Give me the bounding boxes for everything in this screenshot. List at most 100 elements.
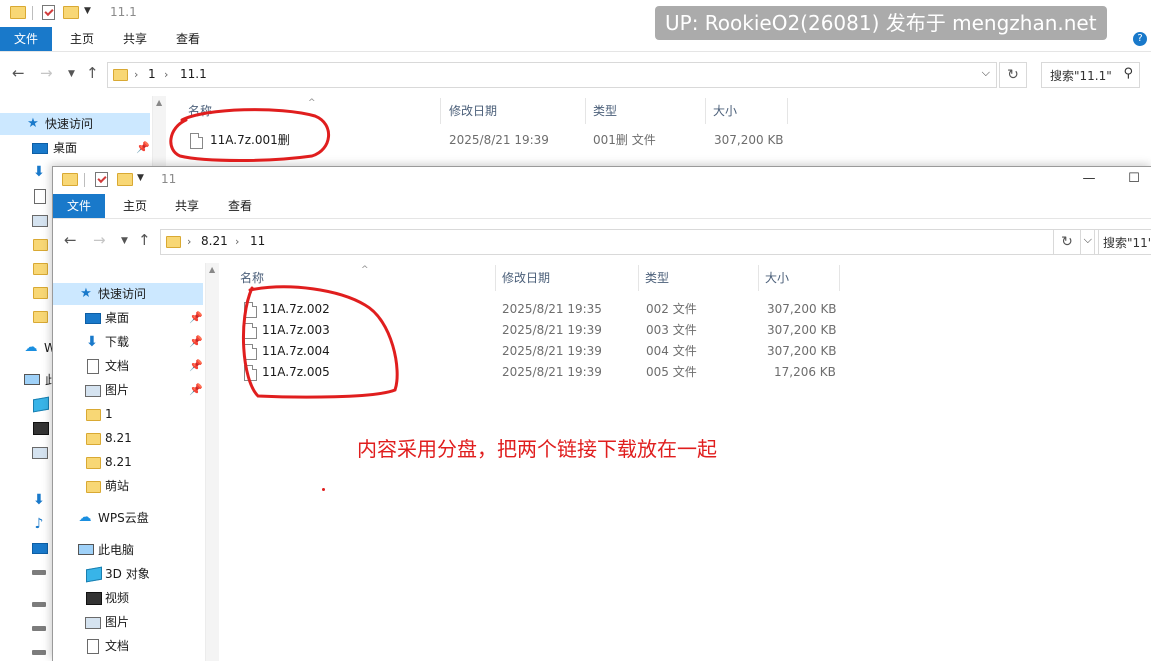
sidebar-item-quick-access[interactable]: ★ 快速访问 — [0, 113, 150, 135]
tab-file[interactable]: 文件 — [53, 194, 106, 218]
sidebar-item-desktop[interactable]: 桌面 📌 — [0, 137, 150, 159]
breadcrumb-separator[interactable]: › — [235, 235, 239, 248]
sidebar-item-pictures[interactable] — [0, 209, 48, 231]
new-folder-icon[interactable] — [63, 6, 79, 19]
tab-file[interactable]: 文件 — [0, 27, 53, 51]
sidebar-item-folder-8-21[interactable]: 8.21 — [53, 451, 203, 473]
pin-icon[interactable]: 📌 — [189, 355, 203, 377]
new-folder-icon[interactable] — [117, 173, 133, 186]
maximize-icon[interactable]: ☐ — [1124, 169, 1144, 189]
sidebar-item-folder-1[interactable]: 1 — [53, 403, 203, 425]
back-arrow-icon[interactable]: ← — [64, 231, 77, 249]
column-divider[interactable] — [839, 265, 840, 291]
sidebar-scrollbar[interactable]: ▲ — [205, 263, 219, 661]
refresh-button[interactable]: ↻ — [1053, 229, 1081, 255]
refresh-button[interactable]: ↻ — [999, 62, 1027, 88]
tab-share[interactable]: 共享 — [109, 27, 161, 51]
sidebar-item-folder[interactable] — [0, 281, 48, 303]
column-header-date[interactable]: 修改日期 — [449, 96, 589, 126]
column-divider[interactable] — [495, 265, 496, 291]
chevron-down-icon[interactable]: ⌵ — [982, 66, 990, 80]
table-row[interactable]: 11A.7z.003 2025/8/21 19:39 003 文件 307,20… — [219, 320, 919, 341]
sidebar-item-documents[interactable]: 文档 — [53, 635, 203, 657]
column-divider[interactable] — [440, 98, 441, 124]
breadcrumb-item[interactable]: 8.21 — [201, 234, 228, 248]
scroll-up-icon[interactable]: ▲ — [156, 98, 162, 107]
sidebar-item-downloads[interactable]: ⬇ — [0, 161, 48, 183]
table-row[interactable]: 11A.7z.002 2025/8/21 19:35 002 文件 307,20… — [219, 299, 919, 320]
breadcrumb-separator[interactable]: › — [134, 68, 138, 81]
recent-locations-chevron-icon[interactable]: ▼ — [121, 236, 128, 246]
sidebar-item-folder-mengzhan[interactable]: 萌站 — [53, 475, 203, 497]
recent-locations-chevron-icon[interactable]: ▼ — [68, 69, 75, 79]
properties-icon[interactable] — [95, 172, 108, 187]
back-arrow-icon[interactable]: ← — [12, 64, 25, 82]
sidebar-item-videos[interactable] — [0, 417, 49, 439]
sidebar-item-desktop[interactable] — [0, 537, 48, 559]
column-header-date[interactable]: 修改日期 — [502, 263, 642, 293]
sidebar-item-downloads[interactable]: ⬇ 下载 📌 — [53, 331, 203, 353]
column-divider[interactable] — [705, 98, 706, 124]
search-input[interactable]: 搜索"11" — [1094, 229, 1151, 255]
help-icon[interactable]: ? — [1133, 32, 1147, 46]
sidebar-item-drive[interactable] — [0, 593, 48, 615]
chevron-down-icon[interactable]: ▼ — [84, 6, 91, 24]
sidebar-item-quick-access[interactable]: ★ 快速访问 — [53, 283, 203, 305]
column-header-size[interactable]: 大小 — [765, 263, 845, 293]
sidebar-item-folder[interactable] — [0, 233, 48, 255]
breadcrumb-item[interactable]: 11.1 — [180, 67, 207, 81]
column-divider[interactable] — [787, 98, 788, 124]
breadcrumb-separator[interactable]: › — [187, 235, 191, 248]
pin-icon[interactable]: 📌 — [136, 137, 150, 159]
sidebar-item-wps-cloud[interactable]: ☁ W — [0, 337, 56, 359]
breadcrumb-item[interactable]: 11 — [250, 234, 265, 248]
minimize-icon[interactable]: — — [1079, 169, 1099, 189]
address-bar[interactable]: › 8.21 › 11 ⌵ — [160, 229, 1099, 255]
sidebar-item-3d-objects[interactable]: 3D 对象 — [53, 563, 203, 585]
sidebar-item-folder[interactable] — [0, 257, 48, 279]
column-header-name[interactable]: 名称 ^ — [188, 96, 441, 126]
column-divider[interactable] — [585, 98, 586, 124]
sidebar-item-drive[interactable] — [0, 641, 48, 660]
pin-icon[interactable]: 📌 — [189, 379, 203, 401]
sidebar-item-this-pc[interactable]: 此电脑 — [53, 539, 203, 561]
pin-icon[interactable]: 📌 — [189, 307, 203, 329]
sidebar-item-wps-cloud[interactable]: ☁ WPS云盘 — [53, 507, 203, 529]
sidebar-item-drive[interactable] — [0, 617, 48, 639]
chevron-down-icon[interactable]: ⌵ — [1084, 233, 1092, 247]
up-arrow-icon[interactable]: ↑ — [138, 231, 151, 249]
tab-home[interactable]: 主页 — [109, 194, 161, 218]
address-bar[interactable]: › 1 › 11.1 ⌵ — [107, 62, 997, 88]
sidebar-item-folder-8-21[interactable]: 8.21 — [53, 427, 203, 449]
table-row[interactable]: 11A.7z.005 2025/8/21 19:39 005 文件 17,206… — [219, 362, 919, 383]
column-header-type[interactable]: 类型 — [593, 96, 706, 126]
column-header-name[interactable]: 名称 ^ — [240, 263, 496, 293]
column-header-type[interactable]: 类型 — [645, 263, 759, 293]
sidebar-item-folder[interactable] — [0, 305, 48, 327]
tab-home[interactable]: 主页 — [56, 27, 108, 51]
sidebar-item-documents[interactable]: 文档 📌 — [53, 355, 203, 377]
sidebar-item-music[interactable]: ♪ — [0, 513, 48, 535]
up-arrow-icon[interactable]: ↑ — [86, 64, 99, 82]
column-divider[interactable] — [758, 265, 759, 291]
search-input[interactable]: 搜索"11.1" ⚲ — [1041, 62, 1140, 88]
sidebar-item-pictures[interactable]: 图片 📌 — [53, 379, 203, 401]
pin-icon[interactable]: 📌 — [189, 331, 203, 353]
table-row[interactable]: 11A.7z.001删 2025/8/21 19:39 001删 文件 307,… — [166, 130, 866, 151]
sidebar-item-desktop[interactable]: 桌面 📌 — [53, 307, 203, 329]
sidebar-item-pictures[interactable] — [0, 441, 48, 463]
scroll-up-icon[interactable]: ▲ — [209, 265, 215, 274]
column-divider[interactable] — [638, 265, 639, 291]
tab-share[interactable]: 共享 — [161, 194, 213, 218]
breadcrumb-item[interactable]: 1 — [148, 67, 156, 81]
forward-arrow-icon[interactable]: → — [93, 231, 106, 249]
sidebar-item-drive[interactable] — [0, 561, 48, 583]
column-header-size[interactable]: 大小 — [713, 96, 793, 126]
sidebar-item-videos[interactable]: 视频 — [53, 587, 203, 609]
forward-arrow-icon[interactable]: → — [40, 64, 53, 82]
sidebar-item-pictures[interactable]: 图片 — [53, 611, 203, 633]
sidebar-item-3d-objects[interactable] — [0, 393, 49, 415]
sidebar-item-downloads[interactable]: ⬇ — [0, 489, 48, 511]
sidebar-item-this-pc[interactable]: 此 — [0, 369, 57, 391]
breadcrumb-separator[interactable]: › — [164, 68, 168, 81]
